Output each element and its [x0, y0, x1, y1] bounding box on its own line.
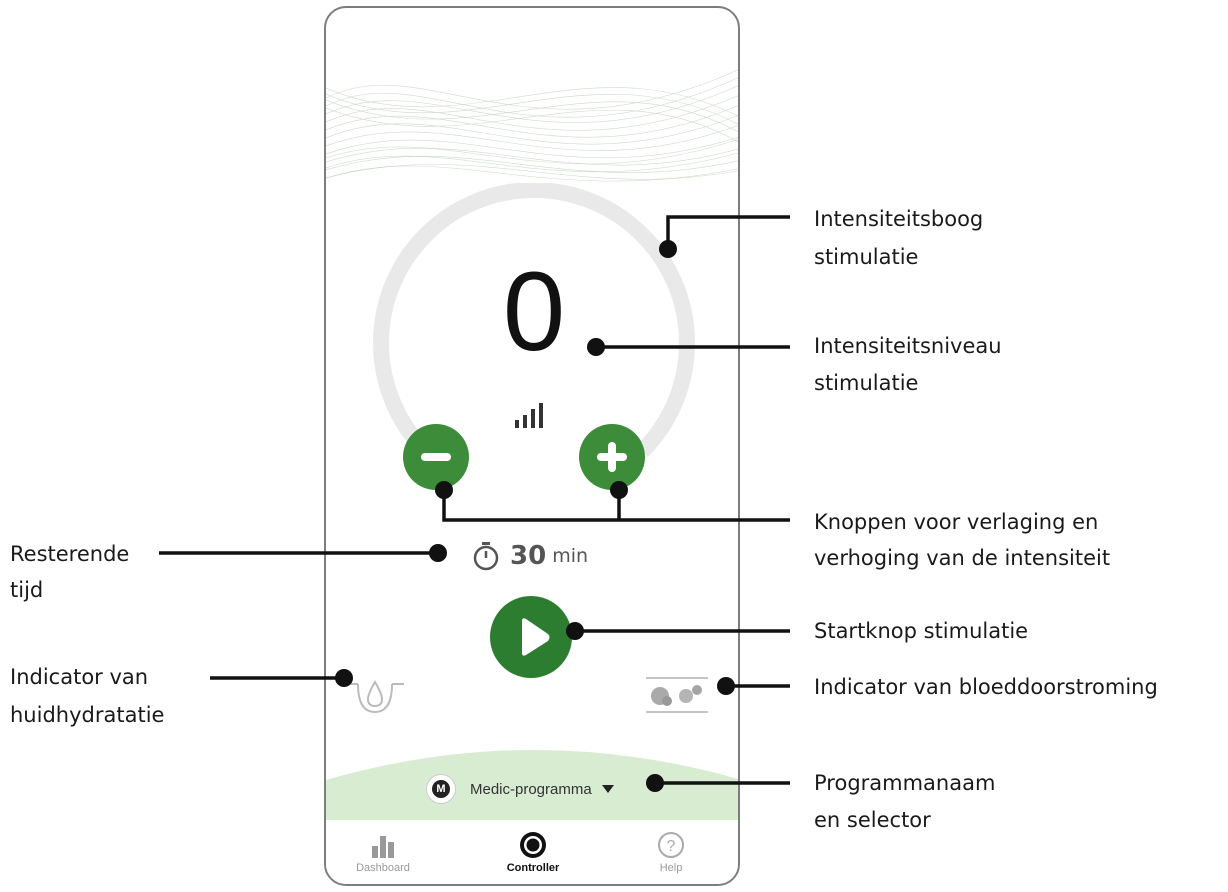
callout-start: Startknop stimulatie [814, 619, 1029, 643]
nav-item-dashboard[interactable]: Dashboard [328, 824, 438, 882]
intensity-level: 0 [502, 249, 566, 374]
callout-buttons-line1: Knoppen voor verlaging en [814, 510, 1099, 534]
decrease-intensity-button[interactable] [403, 424, 469, 490]
help-icon: ? [658, 832, 684, 858]
minus-icon [421, 453, 451, 461]
start-stimulation-button[interactable] [490, 596, 572, 678]
blood-flow-icon [646, 677, 708, 713]
remaining-time: 30 min [472, 538, 588, 574]
caret-down-icon [601, 785, 614, 793]
plus-icon [597, 442, 627, 472]
skin-hydration-icon [346, 680, 404, 714]
callout-level-line1: Intensiteitsniveau [814, 334, 1002, 358]
nav-item-help[interactable]: ? Help [616, 824, 726, 882]
bar-chart-icon [372, 836, 394, 858]
callout-arc-line1: Intensiteitsboog [814, 207, 984, 231]
nav-label-controller: Controller [506, 862, 560, 874]
program-logo-letter: M [432, 780, 450, 798]
controller-icon [520, 832, 546, 858]
callout-program-line1: Programmanaam [814, 771, 996, 795]
callout-time-line1: Resterende [10, 542, 130, 566]
play-icon [522, 618, 550, 656]
increase-intensity-button[interactable] [579, 424, 645, 490]
nav-label-dashboard: Dashboard [356, 862, 410, 874]
stopwatch-icon [473, 542, 499, 571]
program-name: Medic-programma [470, 780, 592, 798]
wave-decoration [326, 69, 738, 182]
bottom-navigation: Dashboard Controller ? Help [326, 820, 738, 884]
svg-text:?: ? [667, 838, 676, 855]
nav-label-help: Help [659, 862, 683, 874]
program-selector[interactable]: M Medic-programma [426, 772, 614, 806]
callout-arc-line2: stimulatie [814, 245, 919, 269]
callout-buttons-line2: verhoging van de intensiteit [814, 546, 1111, 570]
phone-screen: 0 30 min M Medic-programma Dashboard Con… [324, 6, 740, 886]
callout-bloodflow: Indicator van bloeddoorstroming [814, 675, 1158, 699]
callout-time-line2: tijd [10, 578, 44, 602]
callout-level-line2: stimulatie [814, 371, 919, 395]
timer-unit: min [552, 545, 589, 567]
signal-bars-icon [515, 403, 543, 428]
nav-item-controller[interactable]: Controller [478, 824, 588, 882]
program-logo: M [426, 774, 456, 804]
callout-hydration-line2: huidhydratatie [10, 703, 165, 727]
timer-value: 30 [510, 541, 547, 571]
callout-program-line2: en selector [814, 808, 931, 832]
callout-hydration-line1: Indicator van [10, 665, 149, 689]
